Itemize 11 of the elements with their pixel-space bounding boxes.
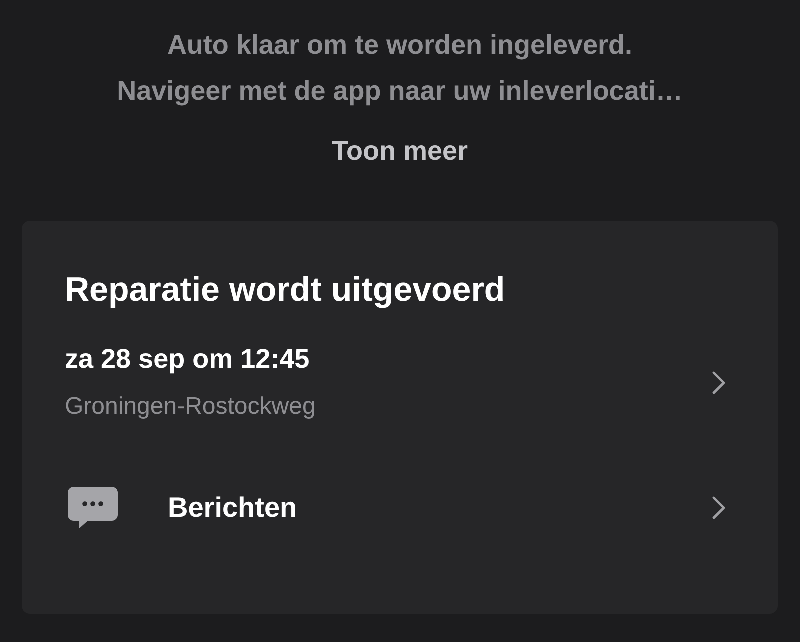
- chevron-right-icon: [712, 370, 726, 394]
- appointment-location: Groningen-Rostockweg: [65, 393, 317, 421]
- show-more-link[interactable]: Toon meer: [332, 136, 468, 167]
- status-title: Reparatie wordt uitgevoerd: [64, 271, 506, 310]
- messages-row[interactable]: Berichten: [22, 487, 778, 529]
- notice-text: Navigeer met de app naar uw inleverlocati…: [117, 75, 683, 108]
- notice-text: Auto klaar om te worden ingeleverd.: [167, 29, 633, 62]
- appointment-row[interactable]: za 28 sep om 12:45 Groningen-Rostockweg: [22, 344, 778, 421]
- chevron-right-icon: [712, 496, 726, 520]
- appointment-datetime: za 28 sep om 12:45: [65, 344, 311, 375]
- chat-bubble-icon: [68, 487, 118, 529]
